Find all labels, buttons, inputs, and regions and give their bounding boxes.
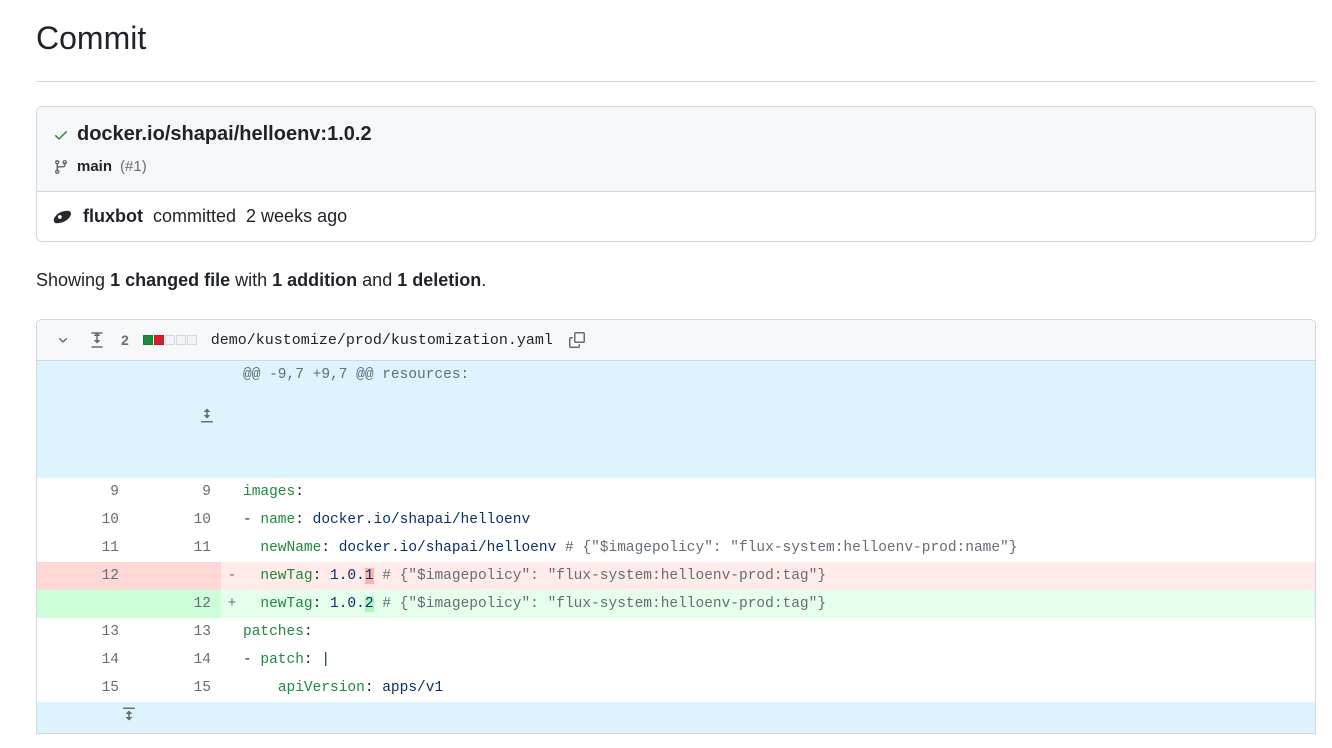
line-number-new[interactable]: 14 [129, 646, 221, 674]
diff-marker: - [221, 562, 243, 590]
copy-icon [569, 332, 585, 348]
line-number-new[interactable]: 12 [129, 590, 221, 618]
page-title: Commit [36, 20, 1316, 57]
line-number-new[interactable]: 13 [129, 618, 221, 646]
line-number-old[interactable]: 9 [37, 478, 129, 506]
file-path[interactable]: demo/kustomize/prod/kustomization.yaml [211, 332, 553, 349]
diff-square-neutral [176, 335, 186, 345]
diff-summary: Showing 1 changed file with 1 addition a… [36, 270, 1316, 291]
check-icon [53, 127, 69, 143]
line-number-old[interactable]: 13 [37, 618, 129, 646]
file-diff-box: 2 demo/kustomize/prod/kustomization.yaml [36, 319, 1316, 734]
diff-square-neutral [187, 335, 197, 345]
commit-time[interactable]: 2 weeks ago [246, 206, 347, 227]
summary-additions: 1 addition [272, 270, 357, 290]
diff-line: 1010 - name: docker.io/shapai/helloenv [37, 506, 1315, 534]
diff-marker [221, 618, 243, 646]
expand-up-button[interactable] [143, 389, 219, 446]
summary-with: with [235, 270, 267, 290]
summary-deletions: 1 deletion [397, 270, 481, 290]
fold-up-icon [199, 408, 215, 424]
line-number-old[interactable]: 15 [37, 674, 129, 702]
collapse-file-button[interactable] [53, 330, 73, 350]
summary-and: and [362, 270, 392, 290]
expand-down-button[interactable] [117, 702, 141, 729]
line-number-old[interactable]: 10 [37, 506, 129, 534]
hunk-header-text: @@ -9,7 +9,7 @@ resources: [221, 361, 1315, 478]
pr-ref[interactable]: (#1) [120, 158, 147, 175]
copy-path-button[interactable] [567, 330, 587, 350]
line-number-new[interactable]: 15 [129, 674, 221, 702]
commit-meta-row: fluxbot committed 2 weeks ago [37, 192, 1315, 241]
line-number-old[interactable] [37, 590, 129, 618]
diff-marker: + [221, 590, 243, 618]
line-number-old[interactable]: 14 [37, 646, 129, 674]
line-number-new[interactable]: 10 [129, 506, 221, 534]
diff-stat-squares [143, 335, 197, 345]
expand-down-row [37, 702, 1315, 733]
committed-label: committed [153, 206, 236, 227]
diff-square-add [143, 335, 153, 345]
branch-link[interactable]: main [77, 158, 112, 175]
summary-prefix: Showing [36, 270, 105, 290]
code-cell: newName: docker.io/shapai/helloenv # {"$… [243, 534, 1315, 562]
diff-line: 1111 newName: docker.io/shapai/helloenv … [37, 534, 1315, 562]
code-cell: newTag: 1.0.1 # {"$imagepolicy": "flux-s… [243, 562, 1315, 590]
diff-line: 1313 patches: [37, 618, 1315, 646]
code-cell: - name: docker.io/shapai/helloenv [243, 506, 1315, 534]
code-cell: images: [243, 478, 1315, 506]
line-number-new[interactable]: 9 [129, 478, 221, 506]
summary-suffix: . [481, 270, 486, 290]
unfold-icon [89, 332, 105, 348]
diff-marker [221, 506, 243, 534]
file-change-count: 2 [121, 332, 129, 348]
diff-line: 1515 apiVersion: apps/v1 [37, 674, 1315, 702]
code-cell: apiVersion: apps/v1 [243, 674, 1315, 702]
code-cell: newTag: 1.0.2 # {"$imagepolicy": "flux-s… [243, 590, 1315, 618]
expand-all-button[interactable] [87, 330, 107, 350]
commit-summary-box: docker.io/shapai/helloenv:1.0.2 main (#1… [36, 106, 1316, 242]
avatar[interactable] [53, 207, 73, 227]
code-cell: patches: [243, 618, 1315, 646]
diff-marker [221, 534, 243, 562]
line-number-old[interactable]: 12 [37, 562, 129, 590]
divider [36, 81, 1316, 82]
hunk-header-row: @@ -9,7 +9,7 @@ resources: [37, 361, 1315, 478]
diff-marker [221, 674, 243, 702]
branch-icon [53, 159, 69, 175]
diff-square-del [154, 335, 164, 345]
file-header: 2 demo/kustomize/prod/kustomization.yaml [37, 320, 1315, 361]
diff-line: 1414 - patch: | [37, 646, 1315, 674]
diff-line: 12+ newTag: 1.0.2 # {"$imagepolicy": "fl… [37, 590, 1315, 618]
chevron-down-icon [55, 332, 71, 348]
summary-files[interactable]: 1 changed file [110, 270, 230, 290]
code-cell: - patch: | [243, 646, 1315, 674]
line-number-old[interactable]: 11 [37, 534, 129, 562]
diff-line: 12 - newTag: 1.0.1 # {"$imagepolicy": "fl… [37, 562, 1315, 590]
author-link[interactable]: fluxbot [83, 206, 143, 227]
diff-line: 99 images: [37, 478, 1315, 506]
diff-marker [221, 478, 243, 506]
fold-down-icon [121, 706, 137, 722]
line-number-new[interactable] [129, 562, 221, 590]
commit-title[interactable]: docker.io/shapai/helloenv:1.0.2 [77, 123, 372, 146]
diff-marker [221, 646, 243, 674]
commit-top: docker.io/shapai/helloenv:1.0.2 main (#1… [37, 107, 1315, 192]
line-number-new[interactable]: 11 [129, 534, 221, 562]
diff-table: @@ -9,7 +9,7 @@ resources: 99images:1010… [37, 361, 1315, 733]
diff-square-neutral [165, 335, 175, 345]
